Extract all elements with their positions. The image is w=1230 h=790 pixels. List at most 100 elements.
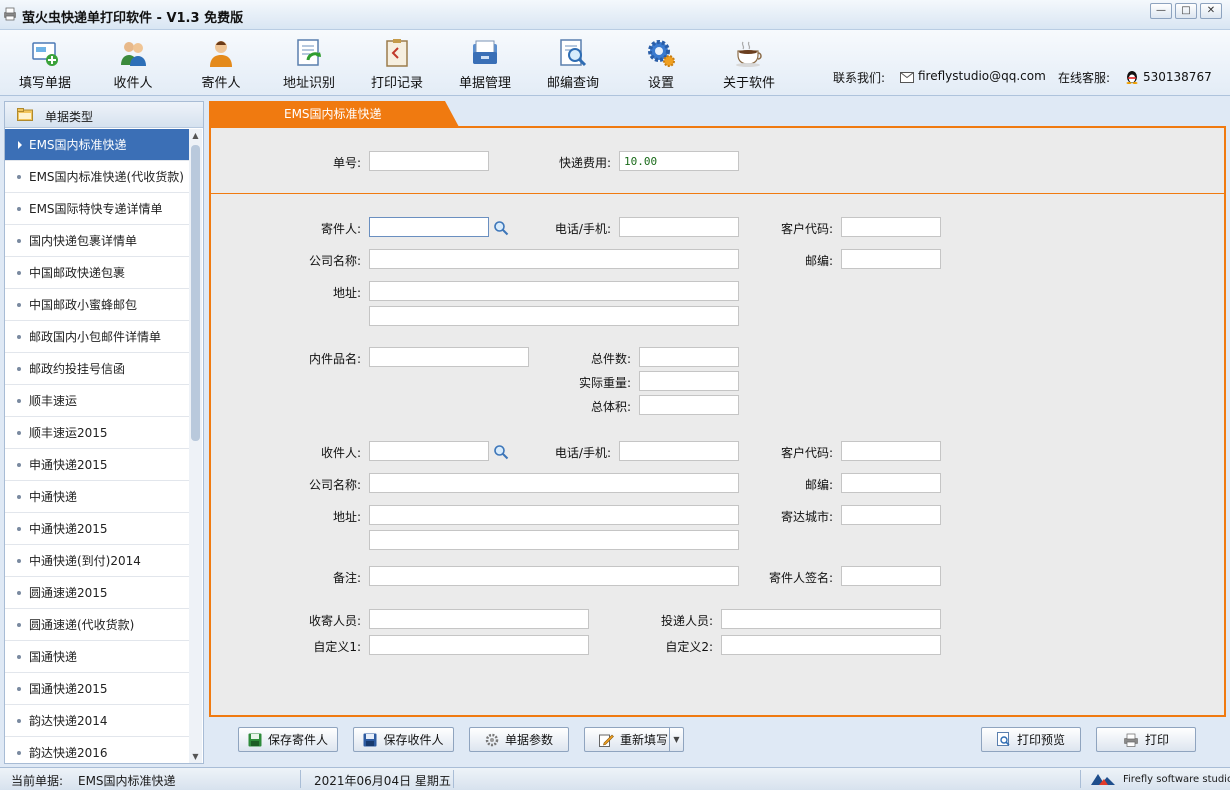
envelope-icon (900, 72, 914, 83)
toolbar-sender[interactable]: 寄件人 (179, 38, 263, 92)
deliverer-input[interactable] (721, 609, 941, 629)
toolbar-print-record[interactable]: 打印记录 (355, 38, 439, 92)
scrollbar-thumb[interactable] (191, 145, 200, 441)
total-volume-input[interactable] (639, 395, 739, 415)
print-preview-button[interactable]: 打印预览 (981, 727, 1081, 752)
document-type-sidebar: 单据类型 EMS国内标准快递 EMS国内标准快递(代收货款) EMS国际特快专递… (4, 101, 204, 769)
list-item[interactable]: 中通快递(到付)2014 (5, 545, 189, 577)
sidebar-title: 单据类型 (45, 110, 94, 124)
print-preview-label: 打印预览 (1016, 733, 1065, 747)
qq-text: 530138767 (1143, 70, 1212, 84)
actual-weight-input[interactable] (639, 371, 739, 391)
custom2-input[interactable] (721, 635, 941, 655)
sender-search-icon[interactable] (493, 220, 509, 236)
toolbar-recipients[interactable]: 收件人 (91, 38, 175, 92)
scroll-up-arrow-icon[interactable]: ▲ (189, 129, 202, 142)
form-fill-icon (32, 42, 58, 66)
print-button[interactable]: 打印 (1096, 727, 1196, 752)
list-item[interactable]: 韵达快递2014 (5, 705, 189, 737)
sender-company-input[interactable] (369, 249, 739, 269)
status-separator (300, 770, 301, 788)
list-item[interactable]: 中国邮政快递包裹 (5, 257, 189, 289)
recipient-company-input[interactable] (369, 473, 739, 493)
list-item[interactable]: EMS国际特快专递详情单 (5, 193, 189, 225)
sender-address-input-2[interactable] (369, 306, 739, 326)
toolbar-fill-form[interactable]: 填写单据 (3, 38, 87, 92)
toolbar-address-recognize[interactable]: 地址识别 (267, 38, 351, 92)
sender-customer-code-input[interactable] (841, 217, 941, 237)
recipient-address-input-1[interactable] (369, 505, 739, 525)
fee-label: 快递费用: (558, 156, 611, 170)
address-recognize-icon (297, 39, 322, 66)
list-item[interactable]: 中通快递2015 (5, 513, 189, 545)
list-item[interactable]: 国通快递2015 (5, 673, 189, 705)
sender-phone-input[interactable] (619, 217, 739, 237)
sidebar-scrollbar[interactable]: ▲ ▼ (189, 129, 202, 763)
title-bar: 萤火虫快递单打印软件 - V1.3 免费版 — □ ✕ (0, 0, 1230, 30)
list-item[interactable]: 邮政约投挂号信函 (5, 353, 189, 385)
toolbar-label: 单据管理 (458, 76, 511, 91)
list-item[interactable]: 顺丰速运 (5, 385, 189, 417)
document-manage-icon (473, 40, 497, 64)
recipient-search-icon[interactable] (493, 444, 509, 460)
main-toolbar: 填写单据 收件人 寄件人 地址识别 打印记录 单据管理 邮编查询 设置 关于软件… (0, 30, 1230, 96)
fee-input[interactable] (619, 151, 739, 171)
status-bar: 当前单据: EMS国内标准快递 2021年06月04日 星期五 Firefly … (0, 767, 1230, 790)
list-item[interactable]: 申通快递2015 (5, 449, 189, 481)
toolbar-document-manage[interactable]: 单据管理 (443, 38, 527, 92)
list-item[interactable]: 国内快递包裹详情单 (5, 225, 189, 257)
contact-qq[interactable]: 530138767 (1125, 69, 1212, 84)
sender-signature-label: 寄件人签名: (768, 571, 833, 585)
list-item[interactable]: EMS国内标准快递(代收货款) (5, 161, 189, 193)
recipient-phone-input[interactable] (619, 441, 739, 461)
recipient-company-label: 公司名称: (308, 478, 361, 492)
service-label: 在线客服: (1058, 71, 1111, 85)
toolbar-settings[interactable]: 设置 (619, 38, 703, 92)
list-item[interactable]: 国通快递 (5, 641, 189, 673)
sender-address-input-1[interactable] (369, 281, 739, 301)
section-divider (211, 193, 1224, 194)
custom1-input[interactable] (369, 635, 589, 655)
remarks-input[interactable] (369, 566, 739, 586)
destination-city-input[interactable] (841, 505, 941, 525)
window-title: 萤火虫快递单打印软件 - V1.3 免费版 (22, 11, 244, 26)
list-item[interactable]: 韵达快递2016 (5, 737, 189, 769)
toolbar-postcode-search[interactable]: 邮编查询 (531, 38, 615, 92)
refill-dropdown-chevron-icon[interactable]: ▼ (669, 728, 683, 751)
recipient-input[interactable] (369, 441, 489, 461)
scroll-down-arrow-icon[interactable]: ▼ (189, 750, 202, 763)
list-item[interactable]: 圆通速递2015 (5, 577, 189, 609)
toolbar-about[interactable]: 关于软件 (707, 38, 791, 92)
number-input[interactable] (369, 151, 489, 171)
recipient-customer-code-input[interactable] (841, 441, 941, 461)
collector-input[interactable] (369, 609, 589, 629)
item-name-input[interactable] (369, 347, 529, 367)
recipient-address-input-2[interactable] (369, 530, 739, 550)
sender-input[interactable] (369, 217, 489, 237)
total-pieces-input[interactable] (639, 347, 739, 367)
printer-icon (1123, 733, 1138, 747)
maximize-button[interactable]: □ (1175, 3, 1197, 19)
toolbar-label: 填写单据 (18, 76, 71, 91)
contact-email[interactable]: fireflystudio@qq.com (900, 69, 1046, 83)
save-recipient-button[interactable]: 保存收件人 (353, 727, 454, 752)
toolbar-label: 邮编查询 (546, 76, 599, 91)
list-item[interactable]: 邮政国内小包邮件详情单 (5, 321, 189, 353)
list-item[interactable]: 圆通速递(代收货款) (5, 609, 189, 641)
list-item[interactable]: 中国邮政小蜜蜂邮包 (5, 289, 189, 321)
save-sender-button[interactable]: 保存寄件人 (238, 727, 338, 752)
sender-postcode-input[interactable] (841, 249, 941, 269)
sender-signature-input[interactable] (841, 566, 941, 586)
refill-button[interactable]: 重新填写 ▼ (584, 727, 684, 752)
tab-ems-standard[interactable]: EMS国内标准快递 (209, 101, 459, 127)
recipient-postcode-input[interactable] (841, 473, 941, 493)
list-item[interactable]: 中通快递 (5, 481, 189, 513)
close-button[interactable]: ✕ (1200, 3, 1222, 19)
recipient-label: 收件人: (320, 446, 361, 460)
list-item[interactable]: EMS国内标准快递 (5, 129, 189, 161)
action-button-bar: 保存寄件人 保存收件人 单据参数 重新填写 ▼ 打印预览 打印 (209, 718, 1226, 762)
document-params-label: 单据参数 (504, 733, 553, 747)
document-params-button[interactable]: 单据参数 (469, 727, 569, 752)
minimize-button[interactable]: — (1150, 3, 1172, 19)
list-item[interactable]: 顺丰速运2015 (5, 417, 189, 449)
